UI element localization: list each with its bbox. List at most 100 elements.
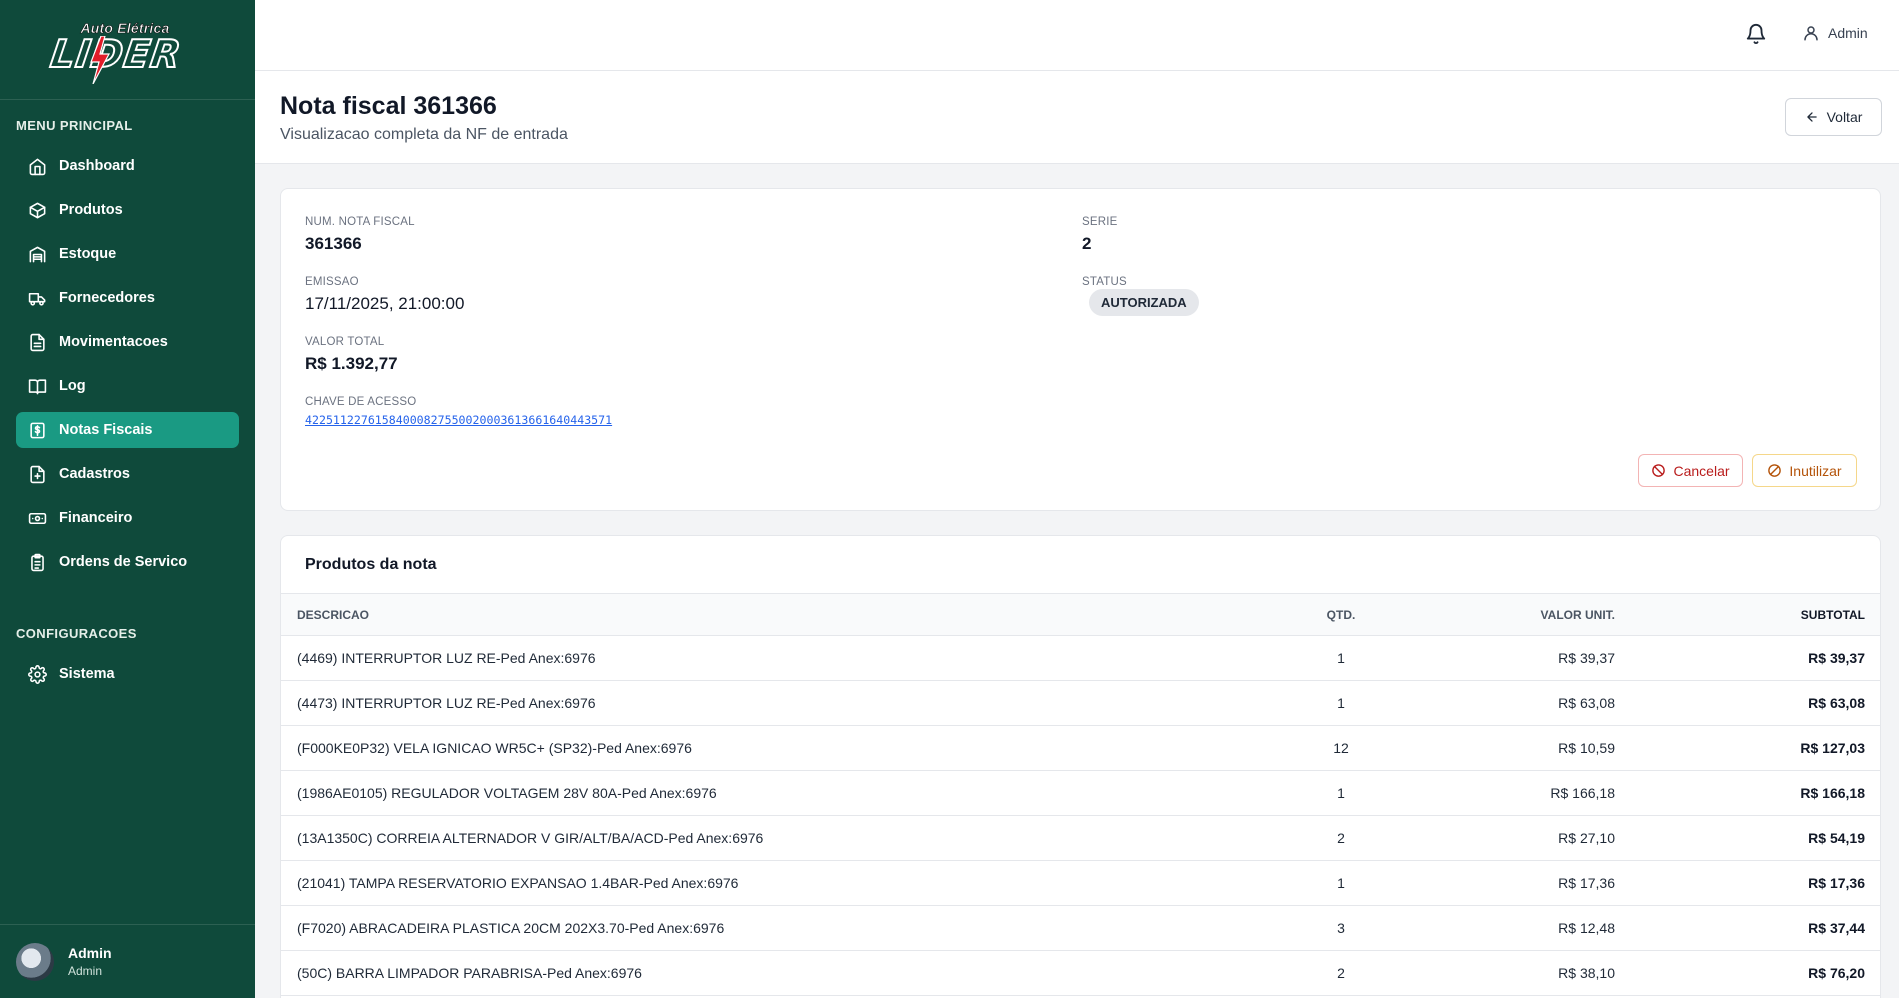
back-button[interactable]: Voltar [1785, 98, 1882, 136]
file-icon [30, 333, 45, 351]
cell-valor-unit: R$ 12,48 [1558, 920, 1615, 936]
inutilizar-button-label: Inutilizar [1789, 462, 1842, 479]
valor-total-value: R$ 1.392,77 [305, 354, 398, 373]
bell-icon[interactable] [1745, 23, 1767, 45]
cell-valor-unit: R$ 63,08 [1558, 695, 1615, 711]
cell-subtotal: R$ 17,36 [1808, 875, 1865, 891]
lightning-bolt-icon [89, 35, 110, 84]
cell-subtotal: R$ 63,08 [1808, 695, 1865, 711]
cell-qtd: 1 [1337, 695, 1345, 711]
table-header-row: DESCRICAO QTD. VALOR UNIT. SUBTOTAL [281, 593, 1880, 636]
clipboard-icon [31, 553, 44, 571]
table-row[interactable]: (F000KE0P32) VELA IGNICAO WR5C+ (SP32)-P… [281, 726, 1880, 771]
cell-descricao: (50C) BARRA LIMPADOR PARABRISA-Ped Anex:… [297, 965, 642, 981]
cell-subtotal: R$ 37,44 [1808, 920, 1865, 936]
topbar: Admin [255, 0, 1899, 71]
products-title: Produtos da nota [305, 556, 437, 573]
products-card: Produtos da nota DESCRICAO QTD. VALOR UN… [280, 535, 1881, 998]
table-row[interactable]: (21041) TAMPA RESERVATORIO EXPANSAO 1.4B… [281, 861, 1880, 906]
slash-circle-icon [1768, 464, 1782, 477]
table-row[interactable]: (50C) BARRA LIMPADOR PARABRISA-Ped Anex:… [281, 951, 1880, 996]
cell-descricao: (F000KE0P32) VELA IGNICAO WR5C+ (SP32)-P… [297, 740, 692, 756]
home-icon [29, 158, 46, 175]
status-badge: AUTORIZADA [1089, 289, 1199, 316]
sidebar-item-label: Dashboard [59, 158, 135, 174]
logo-main-text: LIDER [46, 31, 184, 77]
sidebar-item-log[interactable]: Log [16, 368, 239, 404]
valor-total-label: VALOR TOTAL [305, 336, 385, 348]
cell-descricao: (1986AE0105) REGULADOR VOLTAGEM 28V 80A-… [297, 785, 717, 801]
gear-icon [28, 664, 47, 684]
status-label: STATUS [1082, 276, 1127, 288]
cell-qtd: 1 [1337, 650, 1345, 666]
col-qtd: QTD. [1326, 607, 1356, 622]
cell-descricao: (F7020) ABRACADEIRA PLASTICA 20CM 202X3.… [297, 920, 725, 936]
sidebar-item-label: Fornecedores [59, 290, 155, 306]
cell-valor-unit: R$ 27,10 [1558, 830, 1615, 846]
sidebar-item-label: Estoque [59, 246, 117, 262]
chave-acesso-label: CHAVE DE ACESSO [305, 396, 417, 408]
cell-qtd: 1 [1337, 785, 1345, 801]
cell-subtotal: R$ 76,20 [1808, 965, 1865, 981]
sidebar-item-fornecedores[interactable]: Fornecedores [16, 280, 239, 316]
box-icon [29, 202, 46, 218]
table-row[interactable]: (4469) INTERRUPTOR LUZ RE-Ped Anex:6976 … [281, 636, 1880, 681]
products-table: DESCRICAO QTD. VALOR UNIT. SUBTOTAL (446… [281, 593, 1880, 996]
sidebar-item-label: Produtos [59, 202, 123, 218]
chave-acesso-link[interactable]: 4225112276158400082755002000361366164044… [305, 413, 612, 427]
cell-descricao: (4473) INTERRUPTOR LUZ RE-Ped Anex:6976 [297, 695, 596, 711]
table-row[interactable]: (1986AE0105) REGULADOR VOLTAGEM 28V 80A-… [281, 771, 1880, 816]
sidebar-item-label: Financeiro [59, 510, 133, 526]
cell-valor-unit: R$ 38,10 [1558, 965, 1615, 981]
sidebar-item-financeiro[interactable]: Financeiro [16, 500, 239, 536]
cancel-button[interactable]: Cancelar [1638, 454, 1743, 487]
cell-valor-unit: R$ 10,59 [1558, 740, 1615, 756]
col-descricao: DESCRICAO [297, 607, 370, 622]
brand-logo[interactable]: Auto Elétrica LIDER [43, 18, 213, 84]
sidebar-item-label: Cadastros [59, 466, 130, 482]
ban-icon [1652, 464, 1666, 477]
num-nota-label: NUM. NOTA FISCAL [305, 216, 415, 228]
sidebar-item-label: Sistema [59, 666, 115, 682]
sidebar-user[interactable]: Admin Admin [0, 924, 255, 998]
sidebar-user-name: Admin [68, 945, 112, 961]
sidebar-item-movimentacoes[interactable]: Movimentacoes [16, 324, 239, 360]
cell-qtd: 12 [1333, 740, 1349, 756]
table-row[interactable]: (4473) INTERRUPTOR LUZ RE-Ped Anex:6976 … [281, 681, 1880, 726]
col-valor-unit: VALOR UNIT. [1540, 607, 1615, 622]
serie-value: 2 [1082, 234, 1092, 253]
truck-icon [28, 292, 46, 306]
sidebar-item-produtos[interactable]: Produtos [16, 192, 239, 228]
logo-area: Auto Elétrica LIDER [0, 0, 255, 100]
cell-subtotal: R$ 166,18 [1800, 785, 1865, 801]
table-row[interactable]: (F7020) ABRACADEIRA PLASTICA 20CM 202X3.… [281, 906, 1880, 951]
num-nota-value: 361366 [305, 234, 362, 253]
sidebar-item-cadastros[interactable]: Cadastros [16, 456, 239, 492]
cell-valor-unit: R$ 17,36 [1558, 875, 1615, 891]
avatar [16, 942, 54, 981]
page-header: Nota fiscal 361366 Visualizacao completa… [255, 71, 1899, 164]
sidebar-item-label: Notas Fiscais [59, 422, 153, 438]
cell-descricao: (4469) INTERRUPTOR LUZ RE-Ped Anex:6976 [297, 650, 596, 666]
config-menu: Sistema [0, 656, 255, 692]
cell-qtd: 1 [1337, 875, 1345, 891]
sidebar-item-estoque[interactable]: Estoque [16, 236, 239, 272]
cell-valor-unit: R$ 39,37 [1558, 650, 1615, 666]
sidebar-item-dashboard[interactable]: Dashboard [16, 148, 239, 184]
sidebar-item-ordens-de-servico[interactable]: Ordens de Servico [16, 544, 239, 580]
user-menu[interactable]: Admin [1802, 24, 1868, 42]
inutilizar-button[interactable]: Inutilizar [1752, 454, 1857, 487]
book-icon [28, 378, 47, 394]
page-subtitle: Visualizacao completa da NF de entrada [280, 126, 568, 143]
sidebar-item-sistema[interactable]: Sistema [16, 656, 239, 692]
config-section-title: CONFIGURACOES [16, 626, 137, 641]
sidebar-item-label: Movimentacoes [59, 334, 168, 350]
cell-qtd: 2 [1337, 965, 1345, 981]
col-subtotal: SUBTOTAL [1800, 607, 1865, 622]
cell-subtotal: R$ 39,37 [1808, 650, 1865, 666]
cell-subtotal: R$ 127,03 [1800, 740, 1865, 756]
banknote-icon [28, 512, 47, 524]
sidebar-item-notas-fiscais[interactable]: Notas Fiscais [16, 412, 239, 448]
page-title: Nota fiscal 361366 [280, 92, 497, 120]
table-row[interactable]: (13A1350C) CORREIA ALTERNADOR V GIR/ALT/… [281, 816, 1880, 861]
